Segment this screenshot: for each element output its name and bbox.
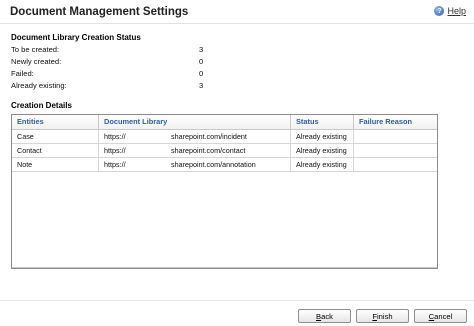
status-label: To be created: [11, 45, 60, 54]
title-divider [0, 23, 474, 24]
entity-cell: Contact [12, 144, 99, 157]
url-suffix: sharepoint.com/contact [171, 146, 246, 155]
status-value: 3 [199, 45, 204, 54]
help-icon: ? [434, 6, 445, 16]
cancel-label-rest: ancel [434, 311, 453, 321]
status-heading: Document Library Creation Status [11, 33, 141, 42]
table-row[interactable]: Note https:// sharepoint.com/annotation … [12, 158, 437, 172]
column-header-document-library[interactable]: Document Library [99, 115, 291, 129]
status-cell: Already existing [291, 158, 354, 171]
redacted-block [128, 144, 171, 157]
url-prefix: https:// [104, 132, 126, 141]
details-heading: Creation Details [11, 101, 72, 110]
status-cell: Already existing [291, 144, 354, 157]
library-url-cell: https:// sharepoint.com/annotation [99, 158, 291, 171]
status-label: Newly created: [11, 57, 62, 66]
entity-cell: Note [12, 158, 99, 171]
cancel-button[interactable]: Cancel [414, 309, 467, 323]
help-label: Help [447, 6, 466, 16]
help-link[interactable]: ? Help [434, 6, 466, 16]
url-suffix: sharepoint.com/annotation [171, 160, 256, 169]
status-row-newly-created: Newly created: 0 [11, 57, 211, 66]
status-row-to-be-created: To be created: 3 [11, 45, 211, 54]
status-row-failed: Failed: 0 [11, 69, 211, 78]
finish-label-rest: inish [377, 311, 393, 321]
status-label: Failed: [11, 69, 34, 78]
failure-reason-cell [354, 144, 435, 157]
failure-reason-cell [354, 130, 435, 143]
back-label-rest: ack [321, 311, 333, 321]
status-value: 3 [199, 81, 204, 90]
status-value: 0 [199, 57, 204, 66]
finish-button[interactable]: Finish [356, 309, 409, 323]
entity-cell: Case [12, 130, 99, 143]
failure-reason-cell [354, 158, 435, 171]
column-header-failure-reason[interactable]: Failure Reason [354, 115, 435, 129]
redacted-block [128, 130, 171, 143]
footer-divider [0, 300, 474, 301]
url-prefix: https:// [104, 160, 126, 169]
page-title: Document Management Settings [10, 6, 189, 18]
status-value: 0 [199, 69, 204, 78]
library-url-cell: https:// sharepoint.com/incident [99, 130, 291, 143]
back-button[interactable]: Back [298, 309, 351, 323]
library-url-cell: https:// sharepoint.com/contact [99, 144, 291, 157]
column-header-status[interactable]: Status [291, 115, 354, 129]
grid-header: Entities Document Library Status Failure… [12, 115, 437, 130]
status-row-already-existing: Already existing: 3 [11, 81, 211, 90]
url-suffix: sharepoint.com/incident [171, 132, 247, 141]
status-cell: Already existing [291, 130, 354, 143]
table-row[interactable]: Contact https:// sharepoint.com/contact … [12, 144, 437, 158]
creation-details-grid: Entities Document Library Status Failure… [11, 114, 438, 269]
column-header-entities[interactable]: Entities [12, 115, 99, 129]
redacted-block [128, 158, 171, 171]
url-prefix: https:// [104, 146, 126, 155]
status-label: Already existing: [11, 81, 67, 90]
table-row[interactable]: Case https:// sharepoint.com/incident Al… [12, 130, 437, 144]
